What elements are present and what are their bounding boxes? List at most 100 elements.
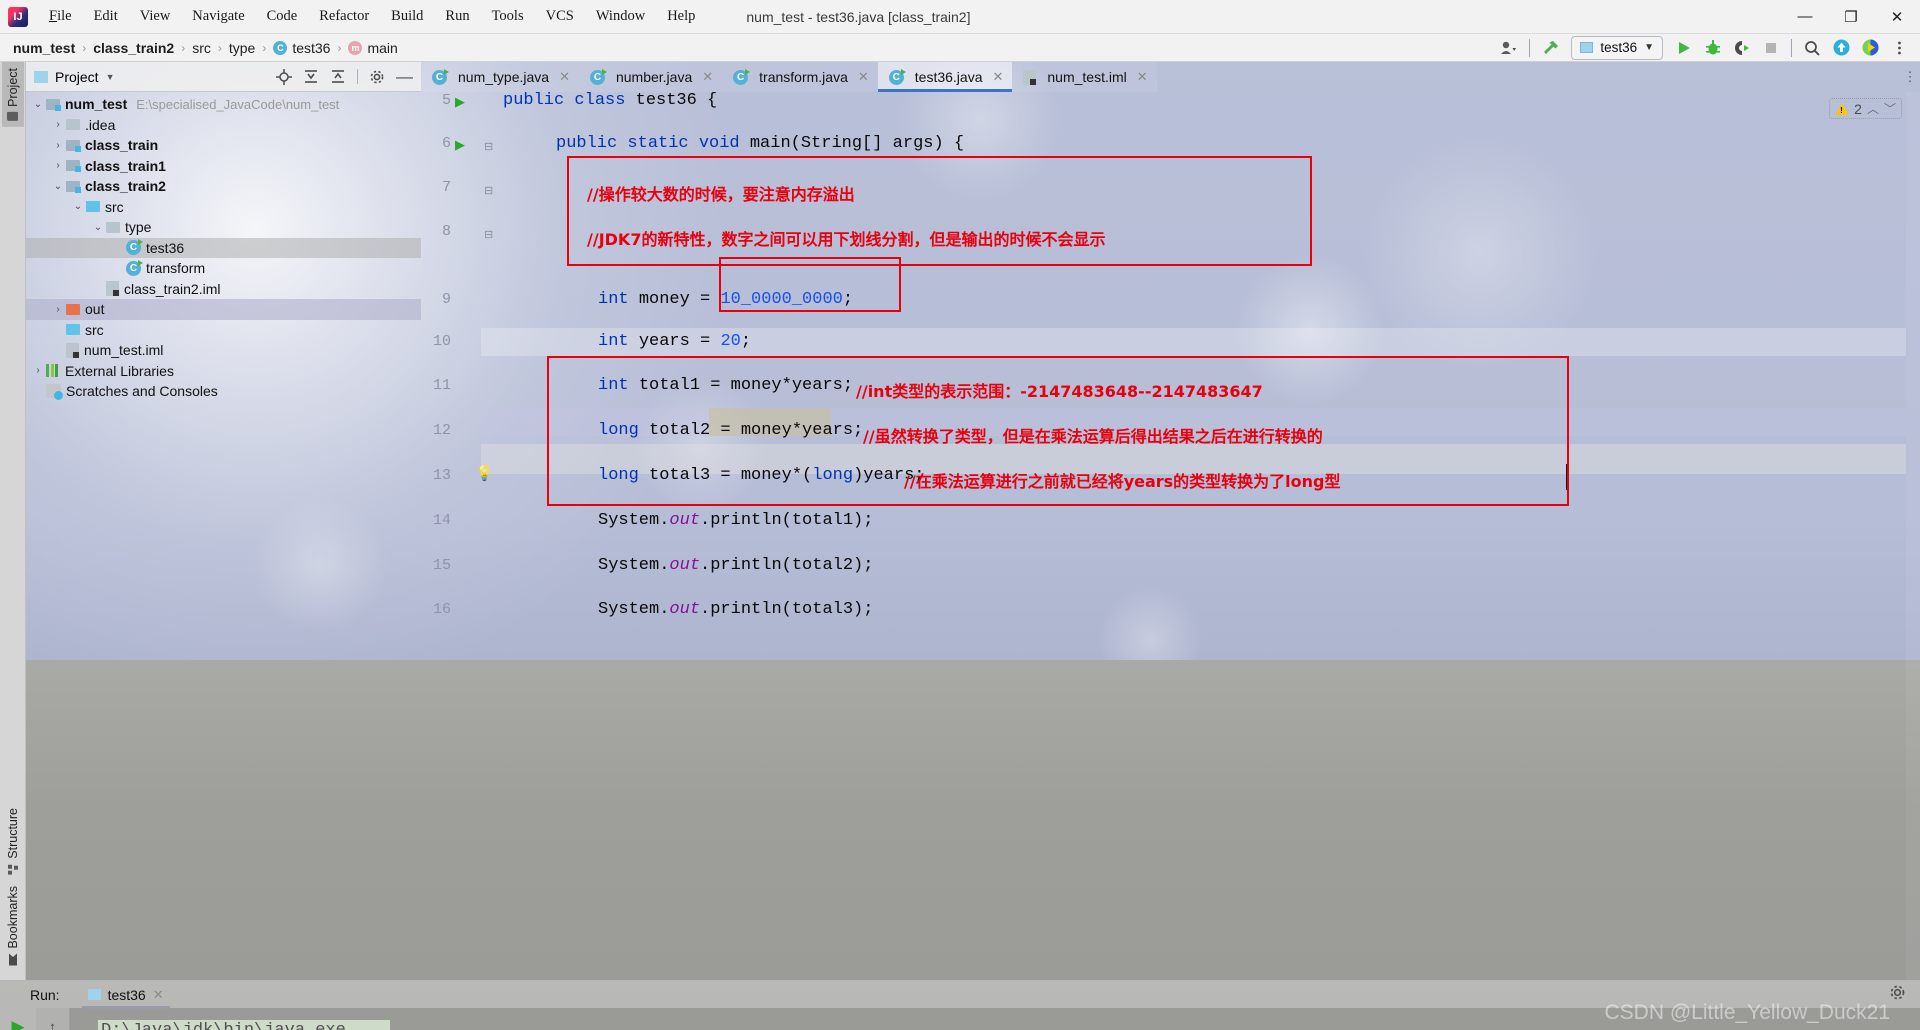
tree-expand-arrow[interactable]: › — [30, 365, 46, 376]
sidebar-tab-project[interactable]: Project — [1, 62, 24, 127]
menu-code[interactable]: Code — [256, 4, 309, 29]
gutter-line-number-9: 9 — [441, 291, 451, 308]
close-icon[interactable]: ✕ — [858, 69, 869, 85]
gutter-run-marker[interactable]: ▶ — [455, 94, 465, 110]
maximize-button[interactable]: ❐ — [1828, 0, 1874, 34]
editor-gutter[interactable]: 5 6 7 8 9 10 11 12 13 14 15 16 ▶ ▶ ⊟ ⊟ ⊟ 💡 — [421, 92, 494, 980]
menu-tools[interactable]: Tools — [481, 4, 535, 29]
menu-navigate[interactable]: Navigate — [181, 4, 255, 29]
tree-expand-arrow[interactable]: ⌄ — [90, 222, 106, 233]
menu-build[interactable]: Build — [380, 4, 434, 29]
run-coverage-icon[interactable] — [1729, 36, 1755, 60]
menu-window[interactable]: Window — [585, 4, 656, 29]
project-tree-item-out[interactable]: › out — [26, 299, 421, 320]
project-tree-item--idea[interactable]: › .idea — [26, 115, 421, 136]
gear-icon[interactable] — [1889, 984, 1906, 1005]
editor-tab-transform-java[interactable]: Ctransform.java ✕ — [722, 62, 878, 92]
breadcrumb-item-src[interactable]: src — [187, 40, 216, 56]
project-tree-item-test36[interactable]: Ctest36 — [26, 237, 421, 258]
tree-expand-arrow[interactable]: ⌄ — [50, 181, 66, 192]
menu-edit[interactable]: Edit — [83, 4, 129, 29]
editor-code-text[interactable]: public class test36 { public static void… — [481, 92, 1906, 980]
sidebar-tab-structure[interactable]: Structure — [2, 802, 24, 881]
editor-tab-test36-java[interactable]: Ctest36.java ✕ — [877, 62, 1013, 92]
chevron-up-icon[interactable]: ︿ — [1867, 100, 1879, 117]
editor-tab-number-java[interactable]: Cnumber.java ✕ — [578, 62, 723, 92]
project-tree-item-src[interactable]: ⌄ src — [26, 197, 421, 218]
hide-panel-icon[interactable]: — — [396, 68, 413, 85]
menu-view[interactable]: View — [129, 4, 182, 29]
run-icon[interactable] — [1671, 36, 1697, 60]
user-icon[interactable] — [1496, 36, 1522, 60]
expand-all-icon[interactable] — [303, 69, 319, 85]
tree-item-label: class_train1 — [85, 157, 166, 174]
editor-tab-num-test-iml[interactable]: num_test.iml ✕ — [1012, 62, 1157, 92]
project-tree-item-external-libraries[interactable]: › External Libraries — [26, 361, 421, 382]
chevron-down-icon[interactable]: ▼ — [106, 72, 115, 82]
breadcrumb-label: src — [192, 39, 211, 56]
project-tree-item-num-test[interactable]: ⌄ num_test E:\specialised_JavaCode\num_tes… — [26, 94, 421, 115]
close-icon[interactable]: ✕ — [1137, 69, 1148, 85]
tree-expand-arrow[interactable]: › — [50, 304, 66, 315]
more-icon[interactable]: ⋮ — [1900, 62, 1920, 92]
settings-gear-icon[interactable] — [369, 69, 385, 85]
editor-marker-bar[interactable] — [1906, 92, 1920, 980]
code-line-9: int money = 10_0000_0000; — [598, 290, 854, 309]
menu-run[interactable]: Run — [434, 4, 480, 29]
close-button[interactable]: ✕ — [1874, 0, 1920, 34]
sidebar-tab-bookmarks-label: Bookmarks — [5, 886, 20, 949]
project-tree-item-class-train2-iml[interactable]: class_train2.iml — [26, 279, 421, 300]
sidebar-tab-bookmarks[interactable]: Bookmarks — [2, 880, 24, 972]
close-icon[interactable]: ✕ — [153, 987, 164, 1003]
project-tree[interactable]: ⌄ num_test E:\specialised_JavaCode\num_tes… — [26, 92, 421, 980]
run-configuration-selector[interactable]: test36 ▼ — [1571, 35, 1663, 60]
project-tree-item-type[interactable]: ⌄ type — [26, 217, 421, 238]
tree-expand-arrow[interactable]: ⌄ — [70, 201, 86, 212]
search-icon[interactable] — [1799, 36, 1825, 60]
module-folder-icon — [66, 139, 81, 152]
breadcrumb-item-package[interactable]: type — [224, 40, 260, 56]
project-tree-item-class-train2[interactable]: ⌄ class_train2 — [26, 176, 421, 197]
project-tree-item-class-train1[interactable]: › class_train1 — [26, 156, 421, 177]
project-tree-item-src[interactable]: src — [26, 320, 421, 341]
breadcrumb-item-class[interactable]: C test36 — [268, 40, 335, 56]
stop-icon[interactable] — [1758, 36, 1784, 60]
rerun-icon[interactable]: ▶ — [6, 1016, 30, 1030]
gutter-run-marker[interactable]: ▶ — [455, 137, 465, 153]
tree-expand-arrow[interactable]: › — [50, 160, 66, 171]
close-icon[interactable]: ✕ — [559, 69, 570, 85]
tree-expand-arrow[interactable]: ⌄ — [30, 99, 46, 110]
minimize-button[interactable]: — — [1782, 0, 1828, 34]
chevron-down-icon[interactable]: ﹀ — [1884, 100, 1896, 117]
tree-expand-arrow[interactable]: › — [50, 119, 66, 130]
tree-expand-arrow[interactable]: › — [50, 140, 66, 151]
debug-icon[interactable] — [1700, 36, 1726, 60]
breadcrumb-item-project[interactable]: num_test — [8, 40, 80, 56]
project-tree-item-num-test-iml[interactable]: num_test.iml — [26, 340, 421, 361]
menu-vcs[interactable]: VCS — [535, 4, 585, 29]
editor-code-area[interactable]: 5 6 7 8 9 10 11 12 13 14 15 16 ▶ ▶ ⊟ ⊟ ⊟ 💡 public class t… — [421, 92, 1920, 980]
project-tree-item-transform[interactable]: Ctransform — [26, 258, 421, 279]
more-icon[interactable] — [1886, 36, 1912, 60]
breadcrumb-item-method[interactable]: m main — [343, 40, 402, 56]
menu-help[interactable]: Help — [656, 4, 706, 29]
run-tab-label: test36 — [107, 986, 146, 1003]
menu-refactor[interactable]: Refactor — [308, 4, 380, 29]
close-icon[interactable]: ✕ — [702, 69, 713, 85]
update-icon[interactable] — [1828, 36, 1854, 60]
editor-tab-num-type-java[interactable]: Cnum_type.java ✕ — [421, 62, 579, 92]
console-output[interactable]: D:\Java\jdk\bin\java.exe ... -1474836480… — [70, 1008, 1920, 1030]
breadcrumb-item-module[interactable]: class_train2 — [88, 40, 179, 56]
menu-file[interactable]: File — [38, 4, 83, 29]
collapse-all-icon[interactable] — [330, 69, 346, 85]
breadcrumb-separator: › — [181, 40, 186, 55]
close-icon[interactable]: ✕ — [992, 69, 1003, 85]
up-arrow-icon[interactable]: ↑ — [41, 1016, 65, 1030]
inspection-warning-badge[interactable]: 2 ︿ ﹀ — [1829, 98, 1902, 119]
hammer-icon[interactable] — [1537, 36, 1563, 60]
locate-icon[interactable] — [276, 68, 292, 85]
project-tree-item-scratches-and-consoles[interactable]: Scratches and Consoles — [26, 381, 421, 402]
next-icon[interactable] — [1857, 36, 1883, 60]
project-tree-item-class-train[interactable]: › class_train — [26, 135, 421, 156]
run-tab-test36[interactable]: test36 ✕ — [74, 981, 178, 1009]
